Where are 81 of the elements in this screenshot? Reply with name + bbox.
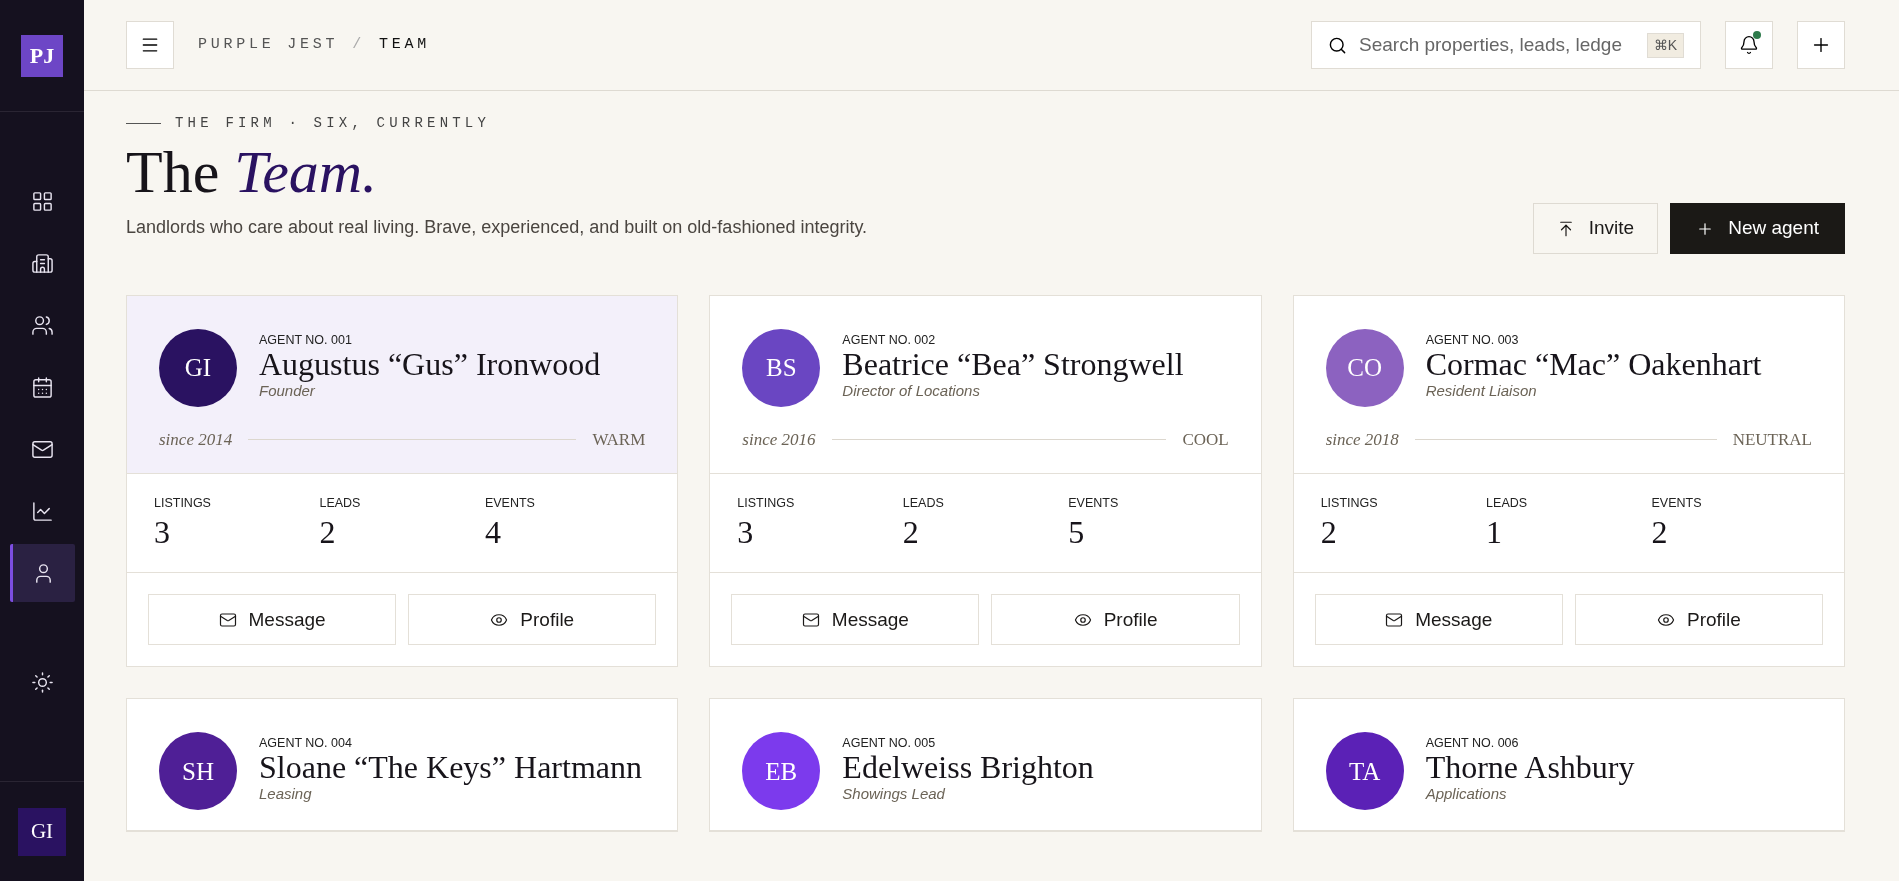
people-icon [30,313,54,337]
avatar: GI [159,329,237,407]
eyebrow-text: THE FIRM · SIX, CURRENTLY [175,114,491,133]
stat-label: EVENTS [484,494,536,512]
new-agent-button[interactable]: New agent [1670,203,1845,254]
stat-label: LEADS [902,494,945,512]
page-subtitle: Landlords who care about real living. Brave, experienced, and built on old-fashioned integrity. [126,216,868,239]
mail-icon [801,610,820,629]
agent-name: Augustus “Gus” Ironwood [259,348,601,381]
avatar: SH [159,732,237,811]
agent-role: Director of Locations [842,381,981,401]
temperament: COOL [1182,429,1229,451]
agent-number: AGENT NO. 004 [259,735,353,752]
agent-name: Edelweiss Brighton [842,751,1094,785]
stat-label: LEADS [1486,494,1529,512]
message-button[interactable]: Message [731,594,980,646]
agent-number: AGENT NO. 006 [1425,735,1520,752]
agent-number: AGENT NO. 002 [842,332,937,348]
avatar: BS [742,329,821,407]
breadcrumb-current: TEAM [379,34,431,55]
search-input[interactable]: Search properties, leads, ledge [1359,30,1635,60]
agent-role: Resident Liaison [1425,381,1538,401]
stat-value: 2 [1651,513,1669,553]
add-button[interactable] [1797,21,1845,69]
calendar-icon [30,375,54,399]
stat-value: 2 [902,513,920,553]
menu-button[interactable] [126,21,174,69]
avatar: TA [1325,732,1404,811]
profile-button[interactable]: Profile [408,594,657,646]
page-title: The Team. [126,138,379,207]
stat-value: 3 [737,513,755,553]
stat-value: 4 [484,513,502,553]
mail-icon [218,610,237,629]
agent-role: Founder [259,382,316,401]
logo[interactable]: PJ [21,34,63,77]
search-icon [1328,35,1347,55]
stat-value: 2 [1320,513,1338,553]
sun-icon [30,670,54,694]
breadcrumb-link[interactable]: PURPLE JEST [198,33,339,57]
invite-button[interactable]: Invite [1532,203,1659,254]
stat-label: LISTINGS [154,494,212,512]
profile-button[interactable]: Profile [1574,594,1823,646]
agent-role: Showings Lead [842,784,946,805]
stat-value: 5 [1068,513,1086,553]
stat-value: 2 [319,513,337,553]
agent-role: Applications [1425,784,1508,805]
mail-icon [1385,610,1404,629]
agent-name: Thorne Ashbury [1425,751,1635,785]
stat-label: LEADS [319,494,362,512]
since-year: since 2016 [742,429,816,451]
agent-number: AGENT NO. 003 [1425,332,1520,348]
message-button[interactable]: Message [1314,594,1563,646]
agent-number: AGENT NO. 005 [842,735,937,752]
breadcrumb-separator: / [352,34,366,55]
stat-value: 1 [1486,513,1504,553]
agent-name: Beatrice “Bea” Strongwell [842,348,1184,381]
avatar: EB [742,732,821,811]
stat-value: 3 [154,513,171,553]
agent-number: AGENT NO. 001 [259,332,353,348]
user-avatar[interactable]: GI [18,807,66,856]
stat-label: EVENTS [1068,494,1120,512]
line-chart-icon [30,499,54,523]
shortcut-hint: ⌘K [1646,32,1684,58]
message-button[interactable]: Message [148,594,397,646]
search-field[interactable]: Search properties, leads, ledge ⌘K [1311,21,1701,69]
avatar: CO [1325,329,1404,407]
building-icon [30,251,54,275]
agent-name: Sloane “The Keys” Hartmann [259,751,642,785]
notifications-button[interactable] [1725,21,1773,69]
temperament: WARM [592,429,646,451]
stat-label: EVENTS [1651,494,1703,512]
since-year: since 2018 [1325,429,1399,451]
since-year: since 2014 [159,429,233,451]
stat-label: LISTINGS [1320,494,1379,512]
temperament: NEUTRAL [1732,429,1812,451]
profile-button[interactable]: Profile [991,594,1240,646]
dashboard-icon [30,189,54,213]
stat-label: LISTINGS [737,494,796,512]
agent-name: Cormac “Mac” Oakenhart [1425,348,1762,381]
agent-role: Leasing [259,784,313,805]
bell-icon [1739,35,1759,55]
